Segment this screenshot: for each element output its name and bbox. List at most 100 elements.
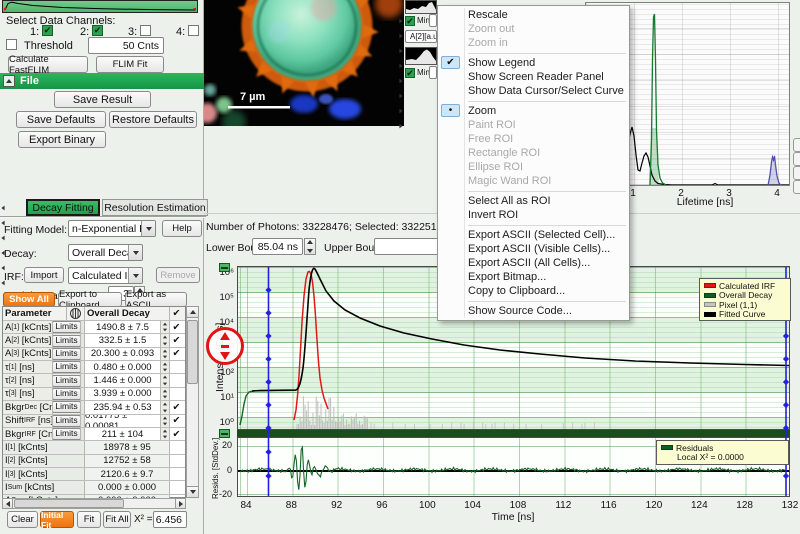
display-parameter-selector[interactable]: A[2][a.u.] [405,30,437,43]
value-spinner[interactable] [161,374,170,386]
calculate-fastflim-button[interactable]: Calculate FastFLIM [8,56,88,73]
menu-item-copy-to-clipboard[interactable]: Copy to Clipboard... [438,284,629,298]
parameter-value[interactable]: 18978 ± 95 [85,441,170,453]
limits-button[interactable]: Limits [53,428,81,440]
splitter-arrow-icon[interactable] [1,236,4,241]
parameter-value[interactable]: 0.480 ± 0.000 [85,361,161,373]
lock-columns-icon[interactable] [70,308,81,319]
use-parameter-checkbox[interactable] [170,468,183,480]
show-all-button[interactable]: Show All [3,292,55,307]
save-result-button[interactable]: Save Result [54,91,151,108]
parameter-value[interactable]: 1490.8 ± 7.5 [85,321,161,333]
value-spinner[interactable] [161,428,170,440]
scroll-right-button[interactable] [175,498,186,509]
menu-item-select-all-as-roi[interactable]: Select All as ROI [438,194,629,208]
scroll-down-button[interactable] [186,486,199,498]
use-parameter-checkbox[interactable] [170,481,183,493]
splitter-arrow-icon[interactable] [399,49,402,54]
parameter-value[interactable]: 332.5 ± 1.5 [85,334,161,346]
menu-item-export-bitmap[interactable]: Export Bitmap... [438,270,629,284]
restore-defaults-button[interactable]: Restore Defaults [109,111,197,128]
parameter-value[interactable]: 2120.6 ± 9.7 [85,468,170,480]
splitter-arrow-icon[interactable] [399,79,402,84]
parameter-value[interactable]: 0.01775 ± 0.00081 [85,415,161,427]
menu-item-export-ascii-selected-cell[interactable]: Export ASCII (Selected Cell)... [438,228,629,242]
use-parameter-checkbox[interactable]: ✔ [170,321,183,333]
scroll-left-button[interactable] [2,498,13,509]
irf-dropdown[interactable]: Calculated IRF [68,267,143,284]
splitter-arrow-icon[interactable] [399,109,402,114]
menu-item-show-screen-reader-panel[interactable]: Show Screen Reader Panel [438,70,629,84]
value-spinner[interactable] [161,388,170,400]
limits-button[interactable]: Limits [53,388,81,400]
splitter-arrow-icon[interactable] [399,94,402,99]
side-toolbar-button[interactable] [793,166,800,180]
splitter-arrow-icon[interactable] [1,281,4,286]
tab-resolution-estimation[interactable]: Resolution Estimation [102,199,208,216]
min-value-field-2[interactable] [429,66,437,79]
lower-boundary-spinner[interactable] [304,238,316,255]
file-section-bar[interactable]: File [0,73,204,89]
menu-item-export-ascii-all-cells[interactable]: Export ASCII (All Cells)... [438,256,629,270]
threshold-value-field[interactable]: 50 Cnts [88,37,164,54]
use-parameter-checkbox[interactable]: ✔ [170,428,183,440]
use-parameter-checkbox[interactable] [170,361,183,373]
limits-button[interactable]: Limits [53,335,81,347]
tab-decay-fitting[interactable]: Decay Fitting [26,199,100,216]
limits-button[interactable]: Limits [53,415,81,427]
side-toolbar-button[interactable] [793,180,800,194]
intensity-histogram-thumbnail[interactable] [405,0,437,14]
chevron-down-icon[interactable] [141,221,155,236]
menu-item-show-data-cursor-select-curve[interactable]: Show Data Cursor/Select Curve [438,84,629,98]
lower-boundary-field[interactable]: 85.04 ns [252,238,303,255]
value-spinner[interactable] [161,415,170,427]
splitter-arrow-icon[interactable] [1,206,4,211]
fit-button[interactable]: Fit [77,511,101,528]
limits-button[interactable]: Limits [53,401,81,413]
min-checkbox-2[interactable]: ✔ [405,68,415,78]
initial-fit-button[interactable]: Initial Fit [40,511,74,528]
export-as-ascii-button[interactable]: Export as ASCII [125,292,187,307]
parameter-value[interactable]: 235.94 ± 0.53 [85,401,161,413]
chevron-down-icon[interactable] [128,268,142,283]
min-checkbox-1[interactable]: ✔ [405,16,415,26]
use-parameter-checkbox[interactable] [170,455,183,467]
parameter-value[interactable]: 0.000 ± 0.000 [85,481,170,493]
use-parameter-checkbox[interactable] [170,374,183,386]
menu-item-zoom[interactable]: •Zoom [438,104,629,118]
header-check-column[interactable]: ✔ [170,307,183,320]
channel-4-checkbox[interactable] [188,25,199,36]
decay-dropdown[interactable]: Overall Decay [68,244,143,261]
export-binary-button[interactable]: Export Binary [18,131,106,148]
menu-item-show-source-code[interactable]: Show Source Code... [438,304,629,318]
menu-item-show-legend[interactable]: ✔Show Legend [438,56,629,70]
clear-button[interactable]: Clear [7,511,38,528]
vertical-scroll-thumb[interactable] [187,320,198,384]
microscopy-image[interactable]: 7 µm [204,0,404,126]
splitter-arrow-icon[interactable] [1,266,4,271]
channel-1-checkbox[interactable]: ✔ [42,25,53,36]
use-parameter-checkbox[interactable]: ✔ [170,348,183,360]
value-spinner[interactable] [161,334,170,346]
channel-2-checkbox[interactable]: ✔ [92,25,103,36]
fitting-model-dropdown[interactable]: n-Exponential Reconvolution [68,220,156,237]
limits-button[interactable]: Limits [53,321,81,333]
limits-button[interactable]: Limits [53,348,81,360]
use-parameter-checkbox[interactable] [170,441,183,453]
splitter-arrow-icon[interactable] [399,64,402,69]
save-defaults-button[interactable]: Save Defaults [16,111,106,128]
parameter-histogram-thumbnail[interactable] [405,47,437,65]
value-spinner[interactable] [161,361,170,373]
channel-3-checkbox[interactable] [140,25,151,36]
threshold-checkbox[interactable] [6,39,17,50]
use-parameter-checkbox[interactable] [170,388,183,400]
min-value-field-1[interactable] [429,14,437,27]
splitter-arrow-icon[interactable] [399,19,402,24]
parameter-value[interactable]: 1.446 ± 0.000 [85,374,161,386]
fit-all-button[interactable]: Fit All [103,511,131,528]
use-parameter-checkbox[interactable]: ✔ [170,334,183,346]
horizontal-scroll-thumb[interactable] [14,499,124,508]
chevron-down-icon[interactable] [128,245,142,260]
irf-import-button[interactable]: Import [24,267,64,283]
collapse-arrow-icon[interactable] [3,75,15,87]
